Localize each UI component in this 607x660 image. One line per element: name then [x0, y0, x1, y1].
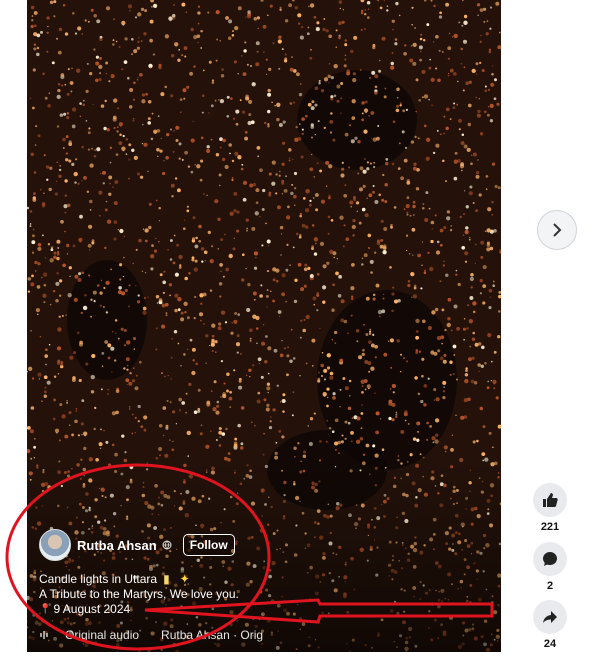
audio-icon [40, 631, 48, 639]
comment-count: 2 [546, 580, 554, 592]
comment-action: 2 [531, 542, 569, 592]
candle-emoji-icon: ▮ [163, 572, 170, 586]
caption-line-1: Candle lights in Uttara [39, 572, 158, 586]
post-date: 9 August 2024 [53, 602, 131, 616]
share-action: 24 [531, 600, 569, 650]
avatar[interactable] [39, 529, 71, 561]
author-row: Rutba Ahsan Follow [39, 529, 235, 561]
follow-button[interactable]: Follow [182, 534, 235, 556]
reel-video[interactable]: Rutba Ahsan Follow Candle lights in Utta… [27, 0, 501, 652]
author-name[interactable]: Rutba Ahsan [77, 538, 157, 553]
like-count: 221 [540, 521, 560, 533]
caption-line-2: A Tribute to the Martyrs, We love you. [39, 587, 239, 601]
thumbs-up-icon [543, 493, 558, 507]
comment-icon [543, 552, 557, 566]
share-button[interactable] [533, 600, 567, 634]
map-pin-icon: 📍 [39, 604, 52, 615]
audio-source[interactable]: Rutba Ahsan · Orig [161, 628, 263, 642]
comment-button[interactable] [533, 542, 567, 576]
next-reel-button[interactable] [537, 210, 577, 250]
share-count: 24 [543, 638, 557, 650]
like-button[interactable] [533, 483, 567, 517]
sparkles-icon: ✦ [179, 572, 190, 586]
share-icon [543, 611, 557, 623]
globe-icon [162, 540, 172, 550]
caption: Candle lights in Uttara ▮ ✦ A Tribute to t… [39, 572, 239, 617]
chevron-right-icon [553, 223, 562, 237]
audio-label[interactable]: Original audio [65, 628, 139, 642]
like-action: 221 [531, 483, 569, 533]
audio-row[interactable]: Original audio Rutba Ahsan · Orig [39, 628, 263, 642]
